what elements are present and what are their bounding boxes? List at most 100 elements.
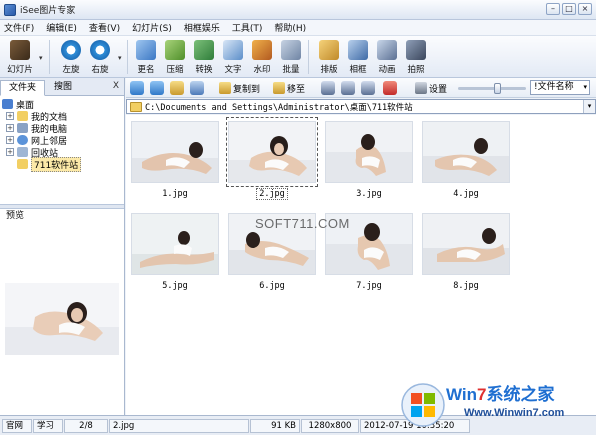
tree-item-my-computer[interactable]: + 我的电脑 xyxy=(2,122,124,135)
convert-icon xyxy=(194,40,214,60)
film-icon xyxy=(10,40,30,60)
chevron-down-icon[interactable]: ▾ xyxy=(39,54,43,62)
status-filesize: 91 KB xyxy=(250,419,300,433)
chevron-down-icon[interactable]: ▾ xyxy=(583,100,595,113)
expand-icon[interactable]: + xyxy=(6,112,14,120)
computer-icon xyxy=(17,123,28,133)
expand-icon[interactable]: + xyxy=(6,148,14,156)
tab-search[interactable]: 搜图 xyxy=(45,79,81,95)
site-logo: Win7系统之家 Www.Winwin7.com xyxy=(400,378,596,435)
menu-help[interactable]: 帮助(H) xyxy=(274,21,306,34)
copy-to-button[interactable]: 复制到 xyxy=(219,80,260,96)
delete-icon[interactable] xyxy=(383,81,397,95)
thumbnail-image xyxy=(422,121,510,183)
minimize-button[interactable]: – xyxy=(546,3,560,15)
left-tabs: 文件夹 搜图 X xyxy=(0,78,124,96)
compress-icon xyxy=(165,40,185,60)
thumbnail-item[interactable]: 3.jpg xyxy=(323,117,415,203)
refresh-icon[interactable] xyxy=(190,81,204,95)
status-filename: 2.jpg xyxy=(109,419,249,433)
thumbnail-item[interactable]: 1.jpg xyxy=(129,117,221,203)
toolbar-divider xyxy=(308,40,309,74)
thumbnail-item[interactable]: 2.jpg xyxy=(226,117,318,203)
folder-up-icon[interactable] xyxy=(170,81,184,95)
tree-item-network[interactable]: + 网上邻居 xyxy=(2,134,124,147)
toolbar-divider xyxy=(49,40,50,74)
folder-tree: 桌面 + 我的文档 + 我的电脑 + 网上邻居 + 回收站 711软件站 xyxy=(0,96,124,204)
path-text: C:\Documents and Settings\Administrator\… xyxy=(145,103,413,113)
thumbnail-item[interactable]: 5.jpg xyxy=(129,209,221,295)
settings-button[interactable]: 设置 xyxy=(415,80,447,96)
status-mode-learn[interactable]: 学习 xyxy=(33,419,63,433)
menu-view[interactable]: 查看(V) xyxy=(89,21,120,34)
copy-icon[interactable] xyxy=(341,81,355,95)
thumbnail-image xyxy=(131,121,219,183)
move-icon xyxy=(273,82,285,94)
thumbnail-item[interactable]: 4.jpg xyxy=(420,117,512,203)
frame-icon xyxy=(348,40,368,60)
expand-icon[interactable]: + xyxy=(6,136,14,144)
menu-edit[interactable]: 编辑(E) xyxy=(46,21,77,34)
paste-icon[interactable] xyxy=(361,81,375,95)
windows-logo-icon xyxy=(401,383,445,427)
tab-folders[interactable]: 文件夹 xyxy=(0,80,46,96)
thumbnail-size-slider[interactable] xyxy=(458,83,526,94)
preview-title: 预览 xyxy=(6,211,25,221)
site-watermark: SOFT711.COM xyxy=(255,216,350,231)
globe-icon xyxy=(17,135,28,145)
text-icon xyxy=(223,40,243,60)
path-bar[interactable]: C:\Documents and Settings\Administrator\… xyxy=(126,99,596,114)
app-icon xyxy=(4,3,16,16)
left-panel: 文件夹 搜图 X 桌面 + 我的文档 + 我的电脑 + 网上邻居 + 回收站 7… xyxy=(0,78,125,415)
rotate-right-button[interactable]: 右旋 xyxy=(82,38,118,76)
window-title: iSee图片专家 xyxy=(20,6,76,16)
sort-select[interactable]: !文件名称 ▾ xyxy=(530,80,590,95)
forward-icon[interactable] xyxy=(150,81,164,95)
window-controls: – □ × xyxy=(546,3,592,15)
rotate-right-icon xyxy=(90,40,110,60)
batch-icon xyxy=(281,40,301,60)
rotate-left-icon xyxy=(61,40,81,60)
tree-item-desktop[interactable]: 桌面 xyxy=(2,98,124,111)
menu-slideshow[interactable]: 幻灯片(S) xyxy=(132,21,172,34)
watermark-icon xyxy=(252,40,272,60)
slideshow-button[interactable]: 幻灯片 xyxy=(2,38,38,76)
thumbnail-image xyxy=(131,213,219,275)
action-bar: 复制到 移至 设置 !文件名称 ▾ xyxy=(126,78,596,98)
title-bar: iSee图片专家 – □ × xyxy=(0,0,596,20)
cut-icon[interactable] xyxy=(321,81,335,95)
status-position: 2/8 xyxy=(64,419,108,433)
slider-thumb[interactable] xyxy=(494,83,501,94)
tree-item-711[interactable]: 711软件站 xyxy=(2,156,124,172)
recycle-bin-icon xyxy=(17,147,28,157)
site-logo-url: Www.Winwin7.com xyxy=(464,407,565,419)
chevron-down-icon: ▾ xyxy=(583,83,587,91)
capture-button[interactable]: 拍照 xyxy=(398,38,434,76)
menu-tools[interactable]: 工具(T) xyxy=(232,21,263,34)
status-mode-official[interactable]: 官网 xyxy=(2,419,32,433)
chevron-down-icon[interactable]: ▾ xyxy=(118,54,122,62)
folder-icon xyxy=(17,159,28,169)
status-dimensions: 1280x800 xyxy=(301,419,359,433)
thumbnail-grid: 1.jpg 2.jpg 3.jpg 4.jpg 5.jpg 6.jpg 7.jp… xyxy=(126,115,596,415)
close-button[interactable]: × xyxy=(578,3,592,15)
thumbnail-image xyxy=(228,121,316,183)
menu-file[interactable]: 文件(F) xyxy=(4,21,34,34)
expand-icon[interactable]: + xyxy=(6,124,14,132)
close-icon[interactable]: X xyxy=(113,81,119,91)
camera-icon xyxy=(406,40,426,60)
tools-icon xyxy=(415,82,427,94)
copy-icon xyxy=(219,82,231,94)
back-icon[interactable] xyxy=(130,81,144,95)
thumbnail-image xyxy=(325,121,413,183)
maximize-button[interactable]: □ xyxy=(562,3,576,15)
tree-item-my-documents[interactable]: + 我的文档 xyxy=(2,110,124,123)
thumbnail-image xyxy=(422,213,510,275)
folder-icon xyxy=(130,102,142,112)
thumbnail-item[interactable]: 8.jpg xyxy=(420,209,512,295)
desktop-icon xyxy=(2,99,13,109)
menu-frame-fun[interactable]: 相框娱乐 xyxy=(184,21,220,34)
preview-image xyxy=(5,283,119,355)
move-to-button[interactable]: 移至 xyxy=(273,80,305,96)
batch-button[interactable]: 批量 xyxy=(273,38,309,76)
